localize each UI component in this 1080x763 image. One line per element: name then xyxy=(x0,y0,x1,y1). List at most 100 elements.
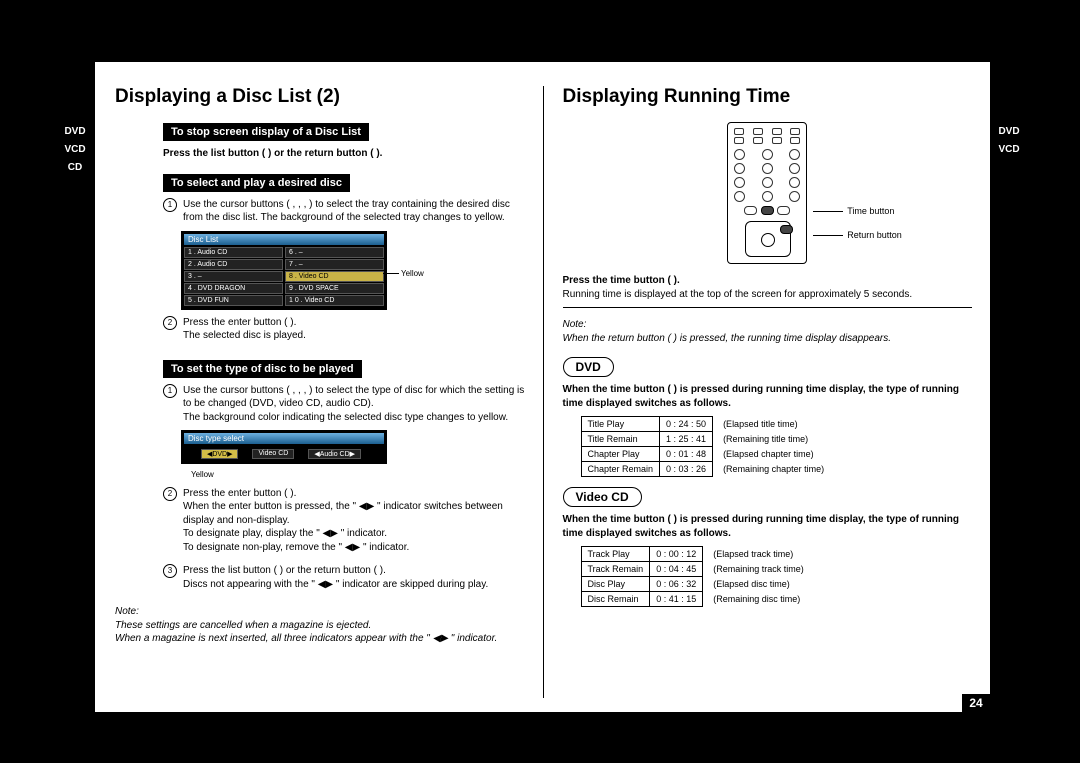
osd-cell: 1 0 . Video CD xyxy=(285,295,384,306)
cell: 0 : 01 : 48 xyxy=(660,447,713,462)
osd-cell: 9 . DVD SPACE xyxy=(285,283,384,294)
chip-vcd: Video CD xyxy=(252,449,294,459)
sect3-step2d: To designate non-play, remove the " ◀▶ "… xyxy=(183,541,525,555)
cell-desc: (Remaining title time) xyxy=(713,432,831,447)
dvd-pill: DVD xyxy=(563,357,614,377)
press-time-sub: Running time is displayed at the top of … xyxy=(563,288,973,302)
cell: Chapter Remain xyxy=(581,462,660,477)
sect3-step1b: The background color indicating the sele… xyxy=(183,411,525,425)
table-row: Disc Remain0 : 41 : 15(Remaining disc ti… xyxy=(581,592,810,607)
callout-return-label: Return button xyxy=(847,230,902,240)
table-row: Chapter Play0 : 01 : 48(Elapsed chapter … xyxy=(581,447,830,462)
osd-cell: 5 . DVD FUN xyxy=(184,295,283,306)
vcd-pill: Video CD xyxy=(563,487,642,507)
sect3-step2b: When the enter button is pressed, the " … xyxy=(183,500,525,527)
sect2-step2a: Press the enter button ( ). xyxy=(183,316,306,330)
step-marker-1: 1 xyxy=(163,198,177,212)
section-select-disc: To select and play a desired disc 1 Use … xyxy=(163,173,525,343)
sect2-head: To select and play a desired disc xyxy=(163,174,350,192)
page-number: 24 xyxy=(962,694,990,712)
sect2-step2: 2 Press the enter button ( ). The select… xyxy=(163,316,525,343)
left-column: DVD VCD CD Displaying a Disc List (2) To… xyxy=(95,62,543,712)
callout-time-label: Time button xyxy=(847,206,894,216)
cell: 0 : 41 : 15 xyxy=(650,592,703,607)
cell: Track Play xyxy=(581,547,650,562)
badge-cd: CD xyxy=(60,160,90,176)
remote-figure: Time button Return button xyxy=(627,122,907,264)
osd-title: Disc List xyxy=(184,234,384,245)
cell-desc: (Elapsed chapter time) xyxy=(713,447,831,462)
section-disc-type: To set the type of disc to be played 1 U… xyxy=(163,359,525,592)
left-note-2: When a magazine is next inserted, all th… xyxy=(115,633,497,644)
cell: 0 : 06 : 32 xyxy=(650,577,703,592)
left-note-1: These settings are cancelled when a maga… xyxy=(115,620,371,631)
yellow-leader: Yellow xyxy=(383,269,424,278)
osd-cell-selected: 8 . Video CD xyxy=(285,271,384,282)
cell: 0 : 03 : 26 xyxy=(660,462,713,477)
cell-desc: (Remaining track time) xyxy=(703,562,811,577)
badge-vcd-r: VCD xyxy=(994,142,1024,158)
sect3-step3a: Press the list button ( ) or the return … xyxy=(183,564,488,578)
cell: 1 : 25 : 41 xyxy=(660,432,713,447)
dvd-time-table: Title Play0 : 24 : 50(Elapsed title time… xyxy=(581,416,831,477)
chip-dvd-selected: ◀DVD▶ xyxy=(201,449,239,459)
osd-cell: 4 . DVD DRAGON xyxy=(184,283,283,294)
cell: Title Remain xyxy=(581,432,660,447)
table-row: Title Remain1 : 25 : 41(Remaining title … xyxy=(581,432,830,447)
return-button-hit xyxy=(780,225,793,234)
step-marker-2: 2 xyxy=(163,316,177,330)
cell: 0 : 04 : 45 xyxy=(650,562,703,577)
right-badge-column: DVD VCD xyxy=(994,124,1024,160)
right-note-text: When the return button ( ) is pressed, t… xyxy=(563,333,892,344)
cell: Chapter Play xyxy=(581,447,660,462)
step-marker-1: 1 xyxy=(163,384,177,398)
cell-desc: (Remaining disc time) xyxy=(703,592,811,607)
cell: Disc Play xyxy=(581,577,650,592)
osd-cell: 1 . Audio CD xyxy=(184,247,283,258)
osd-cell: 3 . – xyxy=(184,271,283,282)
right-title: Displaying Running Time xyxy=(563,86,973,108)
table-row: Track Play0 : 00 : 12(Elapsed track time… xyxy=(581,547,810,562)
osd-cell: 2 . Audio CD xyxy=(184,259,283,270)
step-marker-2: 2 xyxy=(163,487,177,501)
right-note: Note: When the return button ( ) is pres… xyxy=(563,318,973,345)
chip-acd: ◀Audio CD▶ xyxy=(308,449,361,459)
section-stop-display: To stop screen display of a Disc List Pr… xyxy=(163,122,525,161)
badge-dvd: DVD xyxy=(60,124,90,140)
step-marker-3: 3 xyxy=(163,564,177,578)
cell-desc: (Elapsed track time) xyxy=(703,547,811,562)
left-badge-column: DVD VCD CD xyxy=(60,124,90,178)
osd-cell: 6 . – xyxy=(285,247,384,258)
sect3-step1: 1 Use the cursor buttons ( , , , ) to se… xyxy=(163,384,525,425)
table-row: Chapter Remain0 : 03 : 26(Remaining chap… xyxy=(581,462,830,477)
remote-control-illustration xyxy=(727,122,807,264)
vcd-lead: When the time button ( ) is pressed duri… xyxy=(563,513,973,540)
note-label-r: Note: xyxy=(563,319,587,330)
callout-time: Time button xyxy=(813,206,894,216)
sect1-text: Press the list button ( ) or the return … xyxy=(163,147,525,161)
sect2-step1: 1 Use the cursor buttons ( , , , ) to se… xyxy=(163,198,525,225)
chip-yellow-label: Yellow xyxy=(191,470,525,481)
cell-desc: (Elapsed title time) xyxy=(713,417,831,432)
disc-type-osd: Disc type select ◀DVD▶ Video CD ◀Audio C… xyxy=(181,430,387,464)
dvd-lead: When the time button ( ) is pressed duri… xyxy=(563,383,973,410)
right-column: DVD VCD Displaying Running Time Time but… xyxy=(543,62,991,712)
sect3-step2c: To designate play, display the " ◀▶ " in… xyxy=(183,527,525,541)
cell: Title Play xyxy=(581,417,660,432)
osd2-title: Disc type select xyxy=(184,433,384,444)
note-label: Note: xyxy=(115,606,139,617)
sect3-step1a: Use the cursor buttons ( , , , ) to sele… xyxy=(183,384,525,411)
sect2-step2b: The selected disc is played. xyxy=(183,329,306,343)
badge-vcd: VCD xyxy=(60,142,90,158)
separator xyxy=(563,307,973,308)
cell-desc: (Remaining chapter time) xyxy=(713,462,831,477)
osd-cell: 7 . – xyxy=(285,259,384,270)
time-button-hit xyxy=(761,206,774,215)
table-row: Title Play0 : 24 : 50(Elapsed title time… xyxy=(581,417,830,432)
press-time-button: Press the time button ( ). xyxy=(563,274,973,288)
callout-return: Return button xyxy=(813,230,902,240)
table-row: Track Remain0 : 04 : 45(Remaining track … xyxy=(581,562,810,577)
sect1-head: To stop screen display of a Disc List xyxy=(163,123,369,141)
badge-dvd-r: DVD xyxy=(994,124,1024,140)
cell: Disc Remain xyxy=(581,592,650,607)
